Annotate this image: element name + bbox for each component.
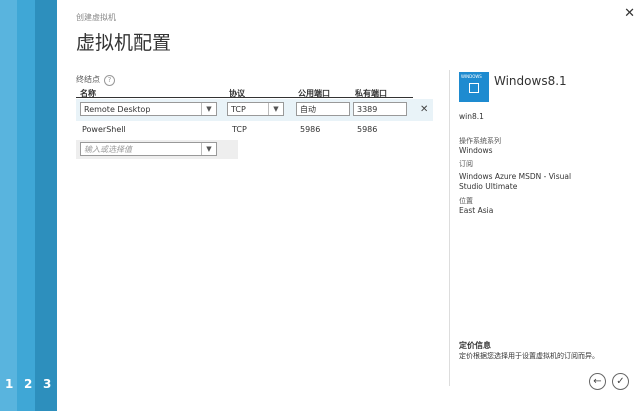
breadcrumb: 创建虚拟机: [76, 13, 116, 22]
wizard-rail: [0, 0, 17, 411]
private-port-input[interactable]: 3389: [353, 102, 407, 116]
endpoints-section-label: 终结点?: [76, 74, 115, 86]
step-1[interactable]: 1: [5, 377, 13, 391]
panel-divider: [449, 70, 450, 386]
wizard-rail-mid: [17, 0, 35, 411]
wizard-panel: ✕ 创建虚拟机 虚拟机配置 终结点? 名称 协议 公用端口 私有端口 Remot…: [57, 0, 644, 411]
step-2[interactable]: 2: [24, 377, 32, 391]
step-3[interactable]: 3: [43, 377, 51, 391]
os-label: 操作系统系列: [459, 137, 501, 145]
endpoint-public-port: 5986: [300, 125, 321, 134]
endpoints-label: 终结点: [76, 75, 100, 84]
finish-button[interactable]: ✓: [612, 373, 629, 390]
endpoint-name: PowerShell: [82, 125, 126, 134]
vm-name: win8.1: [459, 112, 484, 121]
os-value: Windows: [459, 146, 493, 155]
subscription-label: 订阅: [459, 160, 473, 168]
windows-logo-icon: WINDOWS: [459, 72, 489, 102]
back-button[interactable]: ←: [589, 373, 606, 390]
page-title: 虚拟机配置: [76, 32, 172, 54]
endpoint-protocol: TCP: [232, 125, 247, 134]
chevron-down-icon[interactable]: ▼: [201, 103, 216, 115]
pricing-title: 定价信息: [459, 341, 491, 350]
chevron-down-icon[interactable]: ▼: [201, 143, 216, 155]
logo-text: WINDOWS: [461, 74, 482, 79]
endpoint-private-port: 5986: [357, 125, 378, 134]
location-value: East Asia: [459, 206, 494, 215]
public-port-input[interactable]: 自动: [296, 102, 350, 116]
subscription-value-1: Windows Azure MSDN - Visual: [459, 172, 572, 181]
new-endpoint-placeholder: 输入或选择值: [84, 145, 132, 154]
close-icon[interactable]: ✕: [624, 6, 635, 21]
header-divider: [76, 97, 413, 98]
endpoint-name-value: Remote Desktop: [84, 105, 151, 114]
new-endpoint-select[interactable]: 输入或选择值 ▼: [80, 142, 217, 156]
chevron-down-icon[interactable]: ▼: [268, 103, 283, 115]
protocol-select[interactable]: TCP ▼: [227, 102, 284, 116]
pricing-description: 定价根据您选择用于设置虚拟机的订阅而异。: [459, 352, 599, 360]
location-label: 位置: [459, 197, 473, 205]
help-icon[interactable]: ?: [104, 75, 115, 86]
subscription-value-2: Studio Ultimate: [459, 182, 518, 191]
protocol-value: TCP: [231, 105, 246, 114]
wizard-rail-active: [35, 0, 57, 411]
image-name: Windows8.1: [494, 74, 567, 88]
delete-endpoint-icon[interactable]: ✕: [420, 104, 428, 115]
endpoint-name-select[interactable]: Remote Desktop ▼: [80, 102, 217, 116]
